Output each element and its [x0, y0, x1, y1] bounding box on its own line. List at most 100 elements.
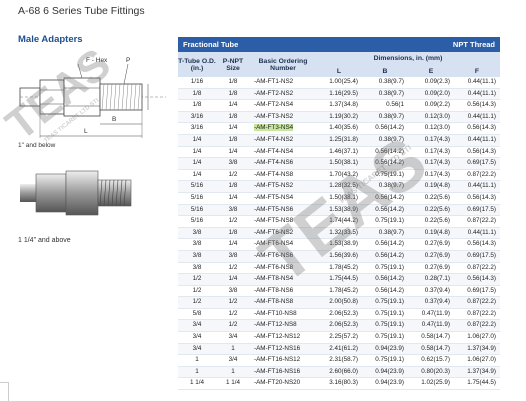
page-header: A-68 6 Series Tube Fittings	[18, 5, 145, 17]
cell-e: 0.19(4.8)	[408, 227, 454, 240]
cell-b: 0.94(23.9)	[362, 366, 408, 379]
cell-e: 0.12(3.0)	[408, 111, 454, 124]
spec-table-body: 1/16 1/8 -AM-FT1-NS2 1.00(25.4) 0.38(9.7) 0.0…	[178, 77, 500, 391]
cell-e: 0.58(14.7)	[408, 343, 454, 356]
cell-tube-od: 1 1/4	[178, 377, 216, 391]
cell-tube-od: 5/16	[178, 204, 216, 217]
cell-tube-od: 1/4	[178, 157, 216, 170]
cell-tube-od: 1/8	[178, 99, 216, 112]
cell-tube-od: 3/8	[178, 238, 216, 251]
table-row: 3/8 1/2 -AM-FT6-NS8 1.78(45.2) 0.75(19.1) 0.2…	[178, 262, 500, 275]
cell-f: 0.87(22.2)	[454, 169, 500, 182]
cell-l: 1.37(34.8)	[316, 99, 362, 112]
cell-l: 1.50(38.1)	[316, 157, 362, 170]
cell-tube-od: 1/8	[178, 88, 216, 101]
label-l: L	[84, 128, 88, 135]
cell-tube-od: 5/16	[178, 192, 216, 205]
cell-b: 0.56(14.2)	[362, 122, 408, 135]
cell-ordering-number: -AM-FT3-NS2	[250, 111, 316, 124]
cell-e: 0.09(2.3)	[408, 77, 454, 89]
cell-ordering-number: -AM-FT20-NS20	[250, 377, 316, 391]
cell-b: 0.56(14.2)	[362, 192, 408, 205]
cell-e: 0.37(9.4)	[408, 285, 454, 298]
cell-f: 0.44(11.1)	[454, 77, 500, 89]
cell-b: 0.38(9.7)	[362, 88, 408, 101]
band-left-label: Fractional Tube	[178, 37, 316, 52]
cell-pnpt: 1/2	[216, 319, 250, 333]
cell-b: 0.56(14.2)	[362, 250, 408, 263]
cell-b: 0.75(19.1)	[362, 215, 408, 228]
cell-l: 2.25(57.2)	[316, 331, 362, 344]
cell-l: 1.78(45.2)	[316, 285, 362, 298]
cell-tube-od: 1/2	[178, 285, 216, 298]
cell-l: 1.70(43.2)	[316, 169, 362, 182]
cell-pnpt: 3/8	[216, 250, 250, 263]
cell-f: 0.87(22.2)	[454, 215, 500, 228]
table-row: 1/2 3/8 -AM-FT8-NS6 1.78(45.2) 0.56(14.2) 0.3…	[178, 285, 500, 298]
cell-tube-od: 1	[178, 366, 216, 379]
cell-f: 0.56(14.3)	[454, 146, 500, 159]
cell-pnpt: 1/4	[216, 273, 250, 286]
cell-f: 0.44(11.1)	[454, 180, 500, 193]
cell-l: 1.46(37.1)	[316, 146, 362, 159]
table-row: 1 1/4 1 1/4 -AM-FT20-NS20 3.16(80.3) 0.94(23…	[178, 377, 500, 391]
cell-e: 0.22(5.6)	[408, 204, 454, 217]
cell-f: 0.87(22.2)	[454, 296, 500, 309]
cell-l: 1.32(33.5)	[316, 227, 362, 240]
cell-e: 0.27(6.9)	[408, 262, 454, 275]
cell-f: 0.56(14.3)	[454, 99, 500, 112]
highlighted-ordering-number: -AM-FT3-NS4	[254, 124, 294, 132]
cell-b: 0.38(9.7)	[362, 77, 408, 89]
cell-b: 0.94(23.9)	[362, 343, 408, 356]
cell-b: 0.75(19.1)	[362, 296, 408, 309]
table-row: 3/4 1 -AM-FT12-NS16 2.41(61.2) 0.94(23.9) 0.5…	[178, 343, 500, 356]
cell-f: 0.56(14.3)	[454, 122, 500, 135]
cell-ordering-number: -AM-FT16-NS16	[250, 366, 316, 379]
cell-pnpt: 1	[216, 366, 250, 379]
cell-f: 1.75(44.5)	[454, 377, 500, 391]
cell-pnpt: 1/2	[216, 308, 250, 321]
cell-e: 0.80(20.3)	[408, 366, 454, 379]
cell-f: 0.44(11.1)	[454, 134, 500, 147]
cell-tube-od: 3/4	[178, 343, 216, 356]
table-row: 5/16 1/8 -AM-FT5-NS2 1.28(32.5) 0.38(9.7) 0.1…	[178, 180, 500, 193]
col-tube-od: T-Tube O.D. (in.)	[178, 52, 216, 77]
cell-e: 0.58(14.7)	[408, 331, 454, 344]
cell-pnpt: 3/8	[216, 204, 250, 217]
spec-table: Fractional Tube NPT Thread T-Tube O.D. (…	[178, 37, 500, 391]
cell-tube-od: 3/8	[178, 250, 216, 263]
cell-e: 0.27(6.9)	[408, 250, 454, 263]
cell-ordering-number: -AM-FT2-NS4	[250, 99, 316, 112]
table-row: 5/16 1/2 -AM-FT5-NS8 1.74(44.2) 0.75(19.1) 0.…	[178, 215, 500, 228]
col-basic-ordering: Basic Ordering Number	[250, 52, 316, 77]
cell-pnpt: 1/4	[216, 99, 250, 112]
cell-e: 0.17(4.3)	[408, 146, 454, 159]
cell-pnpt: 1	[216, 343, 250, 356]
table-row: 1/2 1/2 -AM-FT8-NS8 2.00(50.8) 0.75(19.1) 0.3…	[178, 296, 500, 309]
cell-b: 0.56(1	[362, 99, 408, 112]
cell-l: 2.00(50.8)	[316, 296, 362, 309]
cell-b: 0.56(14.2)	[362, 238, 408, 251]
cell-pnpt: 1/8	[216, 77, 250, 89]
cell-pnpt: 1/4	[216, 238, 250, 251]
cell-f: 0.44(11.1)	[454, 227, 500, 240]
cell-f: 1.37(34.9)	[454, 343, 500, 356]
cell-ordering-number: -AM-FT4-NS8	[250, 169, 316, 182]
cell-b: 0.75(19.1)	[362, 319, 408, 333]
cell-pnpt: 1/8	[216, 111, 250, 124]
cell-b: 0.56(14.2)	[362, 273, 408, 286]
cell-ordering-number: -AM-FT3-NS4	[250, 122, 316, 135]
cell-tube-od: 1/2	[178, 296, 216, 309]
cell-b: 0.38(9.7)	[362, 180, 408, 193]
cell-ordering-number: -AM-FT6-NS2	[250, 227, 316, 240]
cell-l: 1.75(44.5)	[316, 273, 362, 286]
label-p: P	[126, 57, 131, 64]
col-dimensions: Dimensions, in. (mm)	[316, 52, 500, 65]
cell-l: 2.06(52.3)	[316, 308, 362, 321]
cell-e: 0.37(9.4)	[408, 296, 454, 309]
cell-b: 0.56(14.2)	[362, 146, 408, 159]
cell-f: 0.87(22.2)	[454, 262, 500, 275]
table-row: 1/4 1/4 -AM-FT4-NS4 1.46(37.1) 0.56(14.2) 0.1…	[178, 146, 500, 159]
cell-e: 0.47(11.9)	[408, 308, 454, 321]
cell-e: 0.09(2.2)	[408, 99, 454, 112]
